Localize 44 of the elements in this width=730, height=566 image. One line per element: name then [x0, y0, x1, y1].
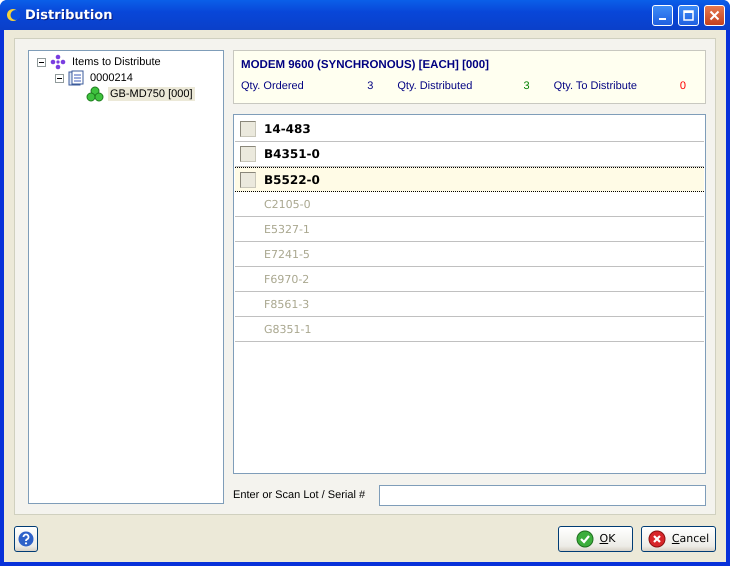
quantity-label: Qty. To Distribute [554, 80, 638, 92]
collapse-toggle[interactable] [55, 74, 64, 82]
spheres-icon [86, 86, 104, 102]
document-icon [68, 70, 84, 86]
lot-label: E7241-5 [264, 248, 310, 260]
checkbox[interactable] [240, 172, 256, 188]
help-icon [18, 530, 34, 546]
quantity-label: Qty. Distributed [397, 80, 474, 92]
diamond-dots-icon [50, 54, 66, 70]
close-icon [709, 10, 720, 20]
collapse-toggle[interactable] [37, 58, 46, 66]
quantity-label: Qty. Ordered [241, 80, 305, 92]
scan-label: Enter or Scan Lot / Serial # [233, 488, 366, 502]
maximize-button[interactable] [678, 4, 699, 26]
moon-icon [6, 8, 20, 22]
tree-item[interactable]: 0000214 [88, 71, 135, 85]
minimize-button[interactable] [652, 4, 673, 26]
checkmark-icon [576, 530, 594, 548]
lot-label: B4351-0 [264, 147, 320, 161]
maximize-icon [683, 10, 694, 20]
scan-input-field[interactable] [379, 484, 706, 506]
ok-button[interactable]: OK [558, 526, 633, 552]
lot-label: G8351-1 [264, 322, 312, 336]
minimize-icon [659, 18, 666, 20]
lot-label: F8561-3 [264, 298, 310, 310]
lot-label: E5327-1 [264, 222, 310, 236]
quantity-value: 3 [367, 80, 374, 92]
lot-label: F6970-2 [264, 272, 310, 286]
lot-label: 14-483 [264, 122, 311, 136]
cancel-icon [648, 530, 666, 548]
help-button[interactable] [14, 526, 38, 552]
tree-item[interactable]: GB-MD750 [000] [108, 87, 195, 101]
quantity-value: 0 [680, 80, 686, 92]
close-button[interactable] [704, 4, 725, 26]
quantity-value: 3 [524, 80, 530, 92]
checkbox[interactable] [240, 121, 256, 137]
window-title: Distribution [25, 8, 114, 22]
lot-label: C2105-0 [264, 198, 311, 210]
cancel-button[interactable]: Cancel [641, 526, 716, 552]
lot-row[interactable]: B5522-0 [235, 167, 704, 192]
checkbox[interactable] [240, 146, 256, 162]
lot-label: B5522-0 [264, 172, 320, 186]
item-title: MODEM 9600 (SYNCHRONOUS) [EACH] [000] [241, 59, 490, 71]
tree-item[interactable]: Items to Distribute [70, 55, 163, 69]
